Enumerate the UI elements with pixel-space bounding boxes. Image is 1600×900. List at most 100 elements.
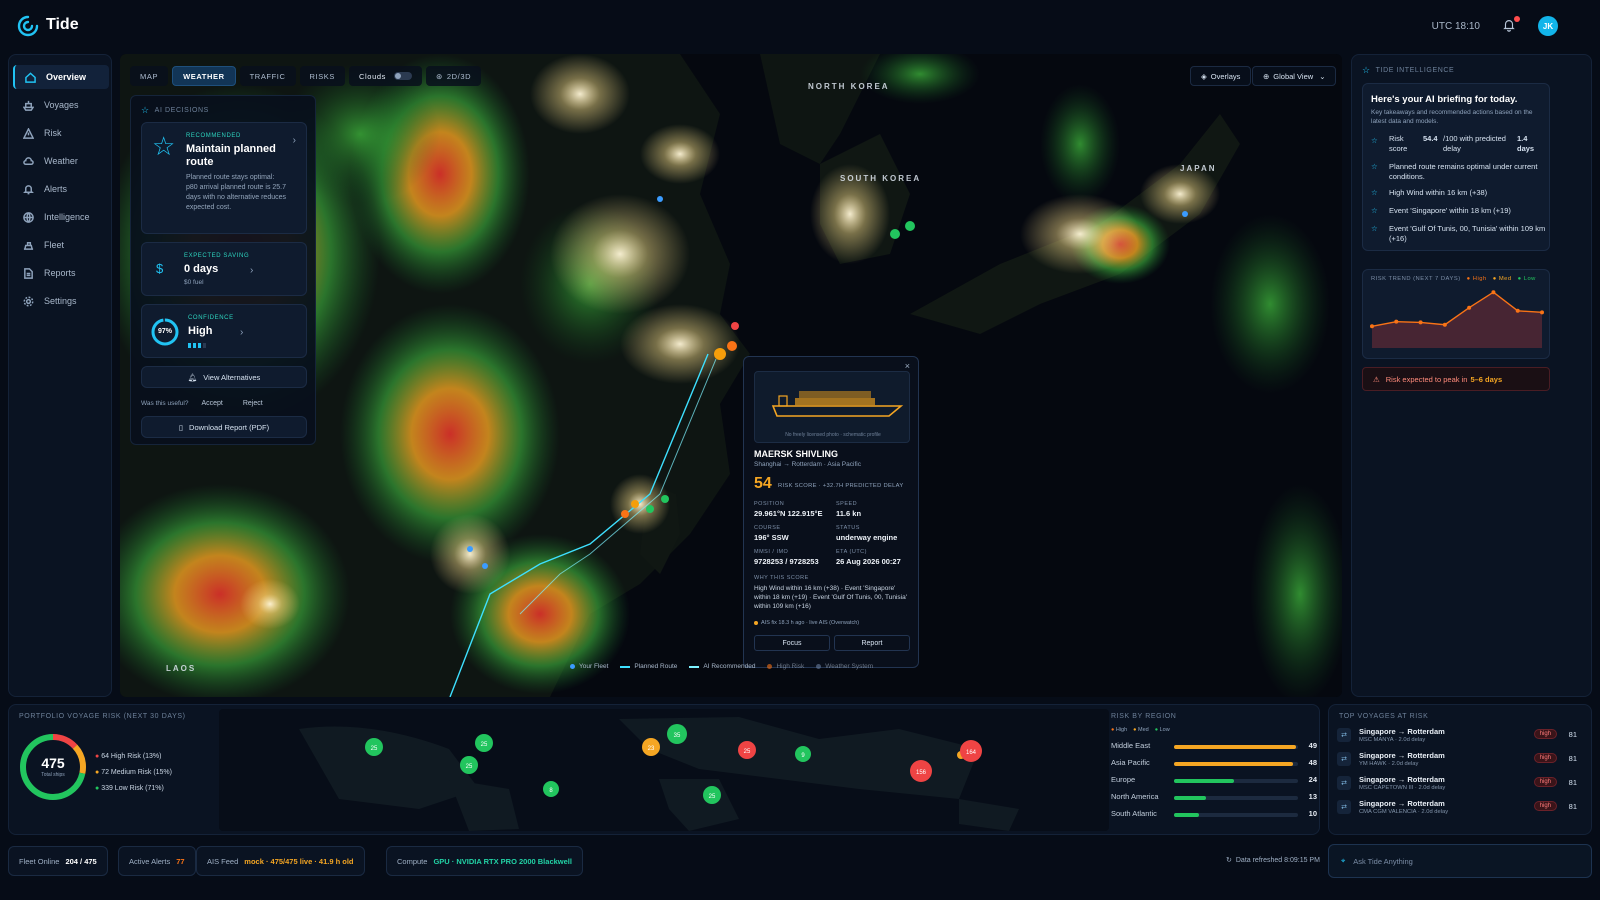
risk-trend-chart bbox=[1370, 290, 1544, 348]
ask-tide-input[interactable]: ⌖ Ask Tide Anything bbox=[1328, 844, 1592, 878]
voyage-row[interactable]: ⇄ Singapore → Rotterdam MSC MANYA · 2.0d d… bbox=[1337, 725, 1583, 747]
confidence-card[interactable]: 97% CONFIDENCE High › bbox=[141, 304, 307, 358]
your-fleet-marker[interactable] bbox=[657, 196, 663, 202]
fleet-marker[interactable] bbox=[661, 495, 669, 503]
cluster-marker[interactable]: 23 bbox=[642, 738, 660, 756]
high-risk-marker[interactable] bbox=[714, 348, 726, 360]
ai-decisions-panel: ☆ AI DECISIONS ☆ RECOMMENDED Maintain pl… bbox=[130, 95, 316, 445]
cluster-marker[interactable]: 8 bbox=[543, 781, 559, 797]
map-label-south-korea: SOUTH KOREA bbox=[840, 174, 922, 183]
reject-button[interactable]: Reject bbox=[236, 397, 270, 410]
legend-ai-recommended: AI Recommended bbox=[689, 663, 755, 670]
close-icon[interactable]: × bbox=[905, 361, 910, 371]
high-risk-marker[interactable] bbox=[621, 510, 629, 518]
clouds-switch[interactable] bbox=[393, 72, 412, 80]
sidebar-item-settings[interactable]: Settings bbox=[13, 289, 109, 313]
document-icon: ▯ bbox=[178, 422, 184, 432]
report-button[interactable]: Report bbox=[834, 635, 910, 651]
high-risk-marker[interactable] bbox=[727, 341, 737, 351]
global-view-dropdown[interactable]: ⊕ Global View ⌄ bbox=[1252, 66, 1337, 86]
cluster-marker[interactable]: 9 bbox=[795, 746, 811, 762]
refresh-icon[interactable]: ↻ bbox=[1226, 856, 1232, 864]
world-cluster-map[interactable]: 25 25 25 8 35 23 25 9 25 156 164 bbox=[219, 709, 1109, 831]
vessel-photo: No freely licensed photo · schematic pro… bbox=[754, 371, 910, 443]
download-report-button[interactable]: ▯ Download Report (PDF) bbox=[141, 416, 307, 438]
fleet-marker[interactable] bbox=[905, 221, 915, 231]
region-bar-fill bbox=[1174, 796, 1207, 800]
legend-low: ● 339 Low Risk (71%) bbox=[95, 785, 164, 792]
cluster-marker[interactable]: 156 bbox=[910, 760, 932, 782]
recommendation-body: Planned route stays optimal: p80 arrival… bbox=[186, 174, 287, 211]
confidence-percent: 97% bbox=[157, 328, 172, 335]
city-lights bbox=[1020, 194, 1140, 274]
high-risk-marker[interactable] bbox=[631, 500, 639, 508]
dollar-icon: $ bbox=[156, 261, 164, 276]
user-avatar[interactable]: JK bbox=[1538, 16, 1558, 36]
view-alternatives-button[interactable]: 🔔︎ View Alternatives bbox=[141, 366, 307, 388]
high-risk-marker[interactable] bbox=[731, 322, 739, 330]
region-legend: ● High ● Med ● Low bbox=[1111, 727, 1170, 733]
app-header: Tide UTC 18:10 JK bbox=[0, 0, 1600, 52]
recommendation-card[interactable]: ☆ RECOMMENDED Maintain planned route › P… bbox=[141, 122, 307, 234]
accept-button[interactable]: Accept bbox=[194, 397, 229, 410]
cluster-marker[interactable]: 25 bbox=[738, 741, 756, 759]
sidebar-item-fleet[interactable]: Fleet bbox=[13, 233, 109, 257]
voyage-row[interactable]: ⇄ Singapore → Rotterdam MSC CAPETOWN III ·… bbox=[1337, 773, 1583, 795]
vessel-risk-label: RISK SCORE · +32.7H PREDICTED DELAY bbox=[778, 483, 904, 489]
your-fleet-marker[interactable] bbox=[482, 563, 488, 569]
why-score-text: High Wind within 16 km (+38) · Event 'Si… bbox=[754, 585, 907, 610]
fleet-marker[interactable] bbox=[890, 229, 900, 239]
risk-trend-card: RISK TREND (NEXT 7 DAYS) ● High ● Med ● … bbox=[1362, 269, 1550, 359]
sidebar-item-label: Overview bbox=[46, 72, 87, 82]
voyage-row[interactable]: ⇄ Singapore → Rotterdam YM HAWK · 2.0d del… bbox=[1337, 749, 1583, 771]
cluster-marker[interactable]: 25 bbox=[460, 756, 478, 774]
tab-risks[interactable]: RISKS bbox=[299, 66, 346, 86]
cluster-marker[interactable]: 164 bbox=[957, 740, 982, 762]
tab-weather[interactable]: WEATHER bbox=[172, 66, 236, 86]
voyage-row[interactable]: ⇄ Singapore → Rotterdam CMA CGM VALENCIA ·… bbox=[1337, 797, 1583, 819]
cluster-marker[interactable]: 25 bbox=[365, 738, 383, 756]
region-bar-fill bbox=[1174, 813, 1199, 817]
expected-saving-card[interactable]: $ EXPECTED SAVING 0 days $0 fuel › bbox=[141, 242, 307, 296]
view-2d3d-toggle[interactable]: ⊛ 2D/3D bbox=[425, 66, 482, 86]
your-fleet-marker[interactable] bbox=[1182, 211, 1188, 217]
risk-badge: high bbox=[1533, 753, 1557, 763]
trend-point bbox=[1515, 308, 1520, 313]
fleet-marker[interactable] bbox=[646, 505, 654, 513]
speed-field: SPEED 11.6 kn bbox=[836, 501, 862, 518]
recommended-tag: RECOMMENDED bbox=[186, 133, 241, 139]
layers-icon: ◈ bbox=[1201, 71, 1207, 81]
svg-text:156: 156 bbox=[916, 770, 927, 776]
focus-button[interactable]: Focus bbox=[754, 635, 830, 651]
cluster-marker[interactable]: 25 bbox=[475, 734, 493, 752]
tab-map[interactable]: MAP bbox=[130, 66, 169, 86]
svg-text:25: 25 bbox=[709, 794, 716, 800]
svg-text:25: 25 bbox=[466, 764, 473, 770]
ais-feed-chip: AIS Feed mock · 475/475 live · 41.9 h old bbox=[196, 846, 365, 876]
cluster-marker[interactable]: 35 bbox=[667, 724, 687, 744]
sidebar-item-overview[interactable]: Overview bbox=[13, 65, 109, 89]
city-lights bbox=[610, 474, 670, 534]
sidebar-item-weather[interactable]: Weather bbox=[13, 149, 109, 173]
legend-high-risk: High Risk bbox=[767, 663, 804, 670]
vessel-detail-popup: × No freely licensed photo · schematic p… bbox=[743, 356, 919, 668]
sidebar-item-voyages[interactable]: Voyages bbox=[13, 93, 109, 117]
svg-text:25: 25 bbox=[371, 746, 378, 752]
cluster-marker[interactable]: 25 bbox=[703, 786, 721, 804]
star-icon: ☆ bbox=[1362, 65, 1371, 75]
portfolio-risk-panel: PORTFOLIO VOYAGE RISK (NEXT 30 DAYS) 475… bbox=[8, 704, 1320, 835]
clouds-toggle[interactable]: Clouds bbox=[349, 66, 422, 86]
weather-system bbox=[1040, 84, 1120, 204]
sidebar-item-intelligence[interactable]: Intelligence bbox=[13, 205, 109, 229]
svg-text:25: 25 bbox=[481, 742, 488, 748]
overlays-button[interactable]: ◈ Overlays bbox=[1190, 66, 1252, 86]
your-fleet-marker[interactable] bbox=[467, 546, 473, 552]
active-alerts-chip[interactable]: Active Alerts 77 bbox=[118, 846, 196, 876]
risk-trend-header: RISK TREND (NEXT 7 DAYS) ● High ● Med ● … bbox=[1371, 276, 1536, 282]
portfolio-legend: ● 64 High Risk (13%) ● 72 Medium Risk (1… bbox=[95, 749, 172, 797]
sidebar-item-alerts[interactable]: Alerts bbox=[13, 177, 109, 201]
mmsi-field: MMSI / IMO 9728253 / 9728253 bbox=[754, 549, 819, 566]
tab-traffic[interactable]: TRAFFIC bbox=[239, 66, 296, 86]
sidebar-item-reports[interactable]: Reports bbox=[13, 261, 109, 285]
sidebar-item-risk[interactable]: Risk bbox=[13, 121, 109, 145]
